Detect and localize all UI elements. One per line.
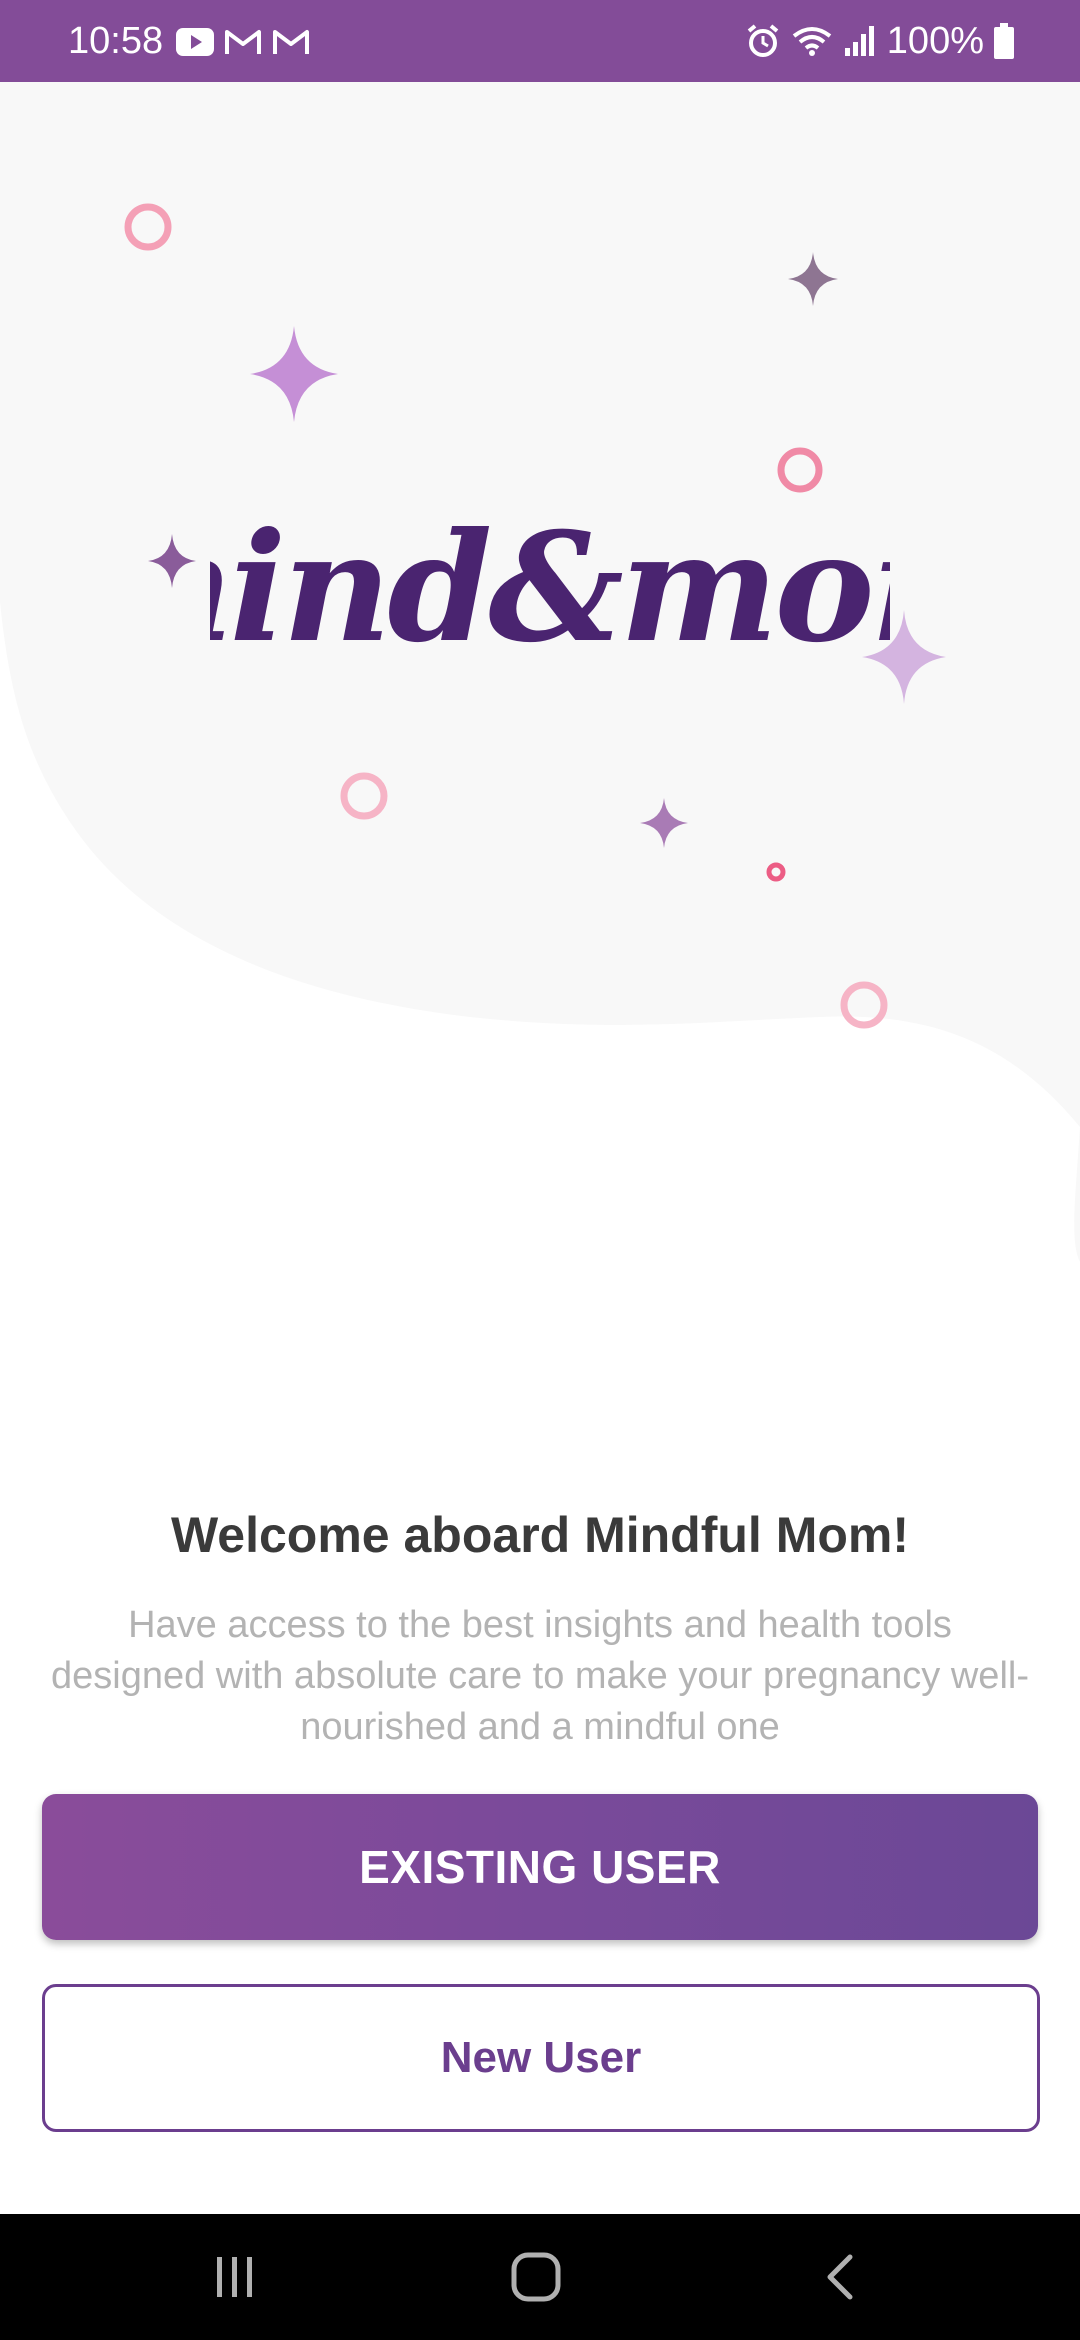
- recents-button[interactable]: [155, 2214, 315, 2340]
- gmail-icon: [225, 30, 261, 54]
- system-icons: 100%: [745, 18, 1014, 64]
- welcome-screen: 10:58 100% ind&mo Welcome aboard Mindful…: [0, 0, 1080, 2340]
- mind-and-mom-logo: mind&mom: [210, 500, 890, 676]
- notification-icons: [176, 22, 310, 62]
- back-button[interactable]: [760, 2214, 920, 2340]
- wifi-icon: [792, 27, 832, 56]
- recents-icon: [217, 2257, 252, 2297]
- back-icon: [827, 2254, 853, 2300]
- battery-icon: [994, 23, 1014, 59]
- home-button[interactable]: [456, 2214, 616, 2340]
- battery-percent: 100%: [886, 20, 984, 62]
- gmail-icon: [273, 30, 309, 54]
- background-blob-edge: [1074, 1127, 1080, 1262]
- navigation-bar: [0, 2214, 1080, 2340]
- hero-background: [0, 82, 1080, 1262]
- existing-user-button[interactable]: EXISTING USER: [42, 1794, 1038, 1940]
- status-bar: 10:58 100%: [0, 0, 1080, 82]
- signal-icon: [844, 26, 874, 56]
- new-user-button[interactable]: New User: [42, 1984, 1040, 2132]
- welcome-title: Welcome aboard Mindful Mom!: [171, 1507, 909, 1563]
- youtube-icon: [176, 28, 214, 56]
- svg-text:mind&mom: mind&mom: [210, 500, 890, 676]
- status-time: 10:58: [68, 20, 164, 62]
- welcome-description: Have access to the best insights and hea…: [51, 1604, 1029, 1748]
- alarm-icon: [747, 24, 779, 57]
- home-icon: [511, 2252, 561, 2302]
